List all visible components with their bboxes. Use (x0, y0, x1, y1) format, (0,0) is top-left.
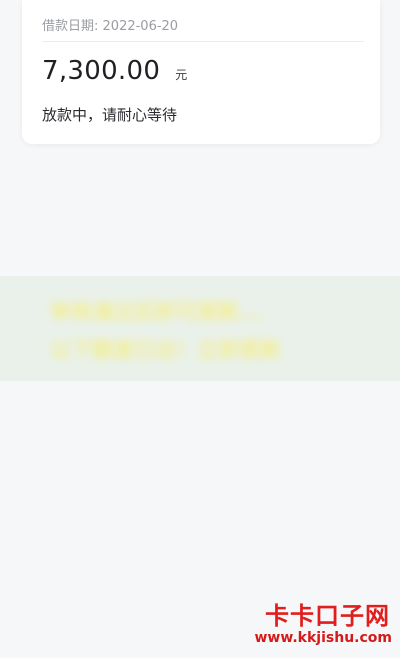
loan-status-text: 放款中，请耐心等待 (42, 106, 178, 124)
card-divider (42, 41, 364, 42)
loan-record-card[interactable]: 借款日期: 2022-06-20 7,300.00 元 放款中，请耐心等待 (22, 0, 380, 144)
loan-date-row: 借款日期: 2022-06-20 (42, 15, 178, 34)
banner-line-2: 以下额度已出！立即提款 (50, 338, 281, 362)
loan-amount-row: 7,300.00 元 (42, 56, 187, 86)
loan-amount: 7,300.00 (42, 56, 161, 86)
watermark-url: www.kkjishu.com (254, 630, 392, 646)
currency-unit: 元 (175, 68, 188, 82)
promo-banner[interactable]: 审核通过后即可提款... 以下额度已出！立即提款 (0, 276, 400, 381)
banner-line-1: 审核通过后即可提款... (50, 300, 263, 324)
loan-status-page: 借款日期: 2022-06-20 7,300.00 元 放款中，请耐心等待 审核… (0, 0, 400, 658)
loan-date-label: 借款日期: (42, 19, 99, 34)
watermark-site-name: 卡卡口子网 (265, 602, 390, 630)
loan-date-value: 2022-06-20 (102, 19, 179, 34)
